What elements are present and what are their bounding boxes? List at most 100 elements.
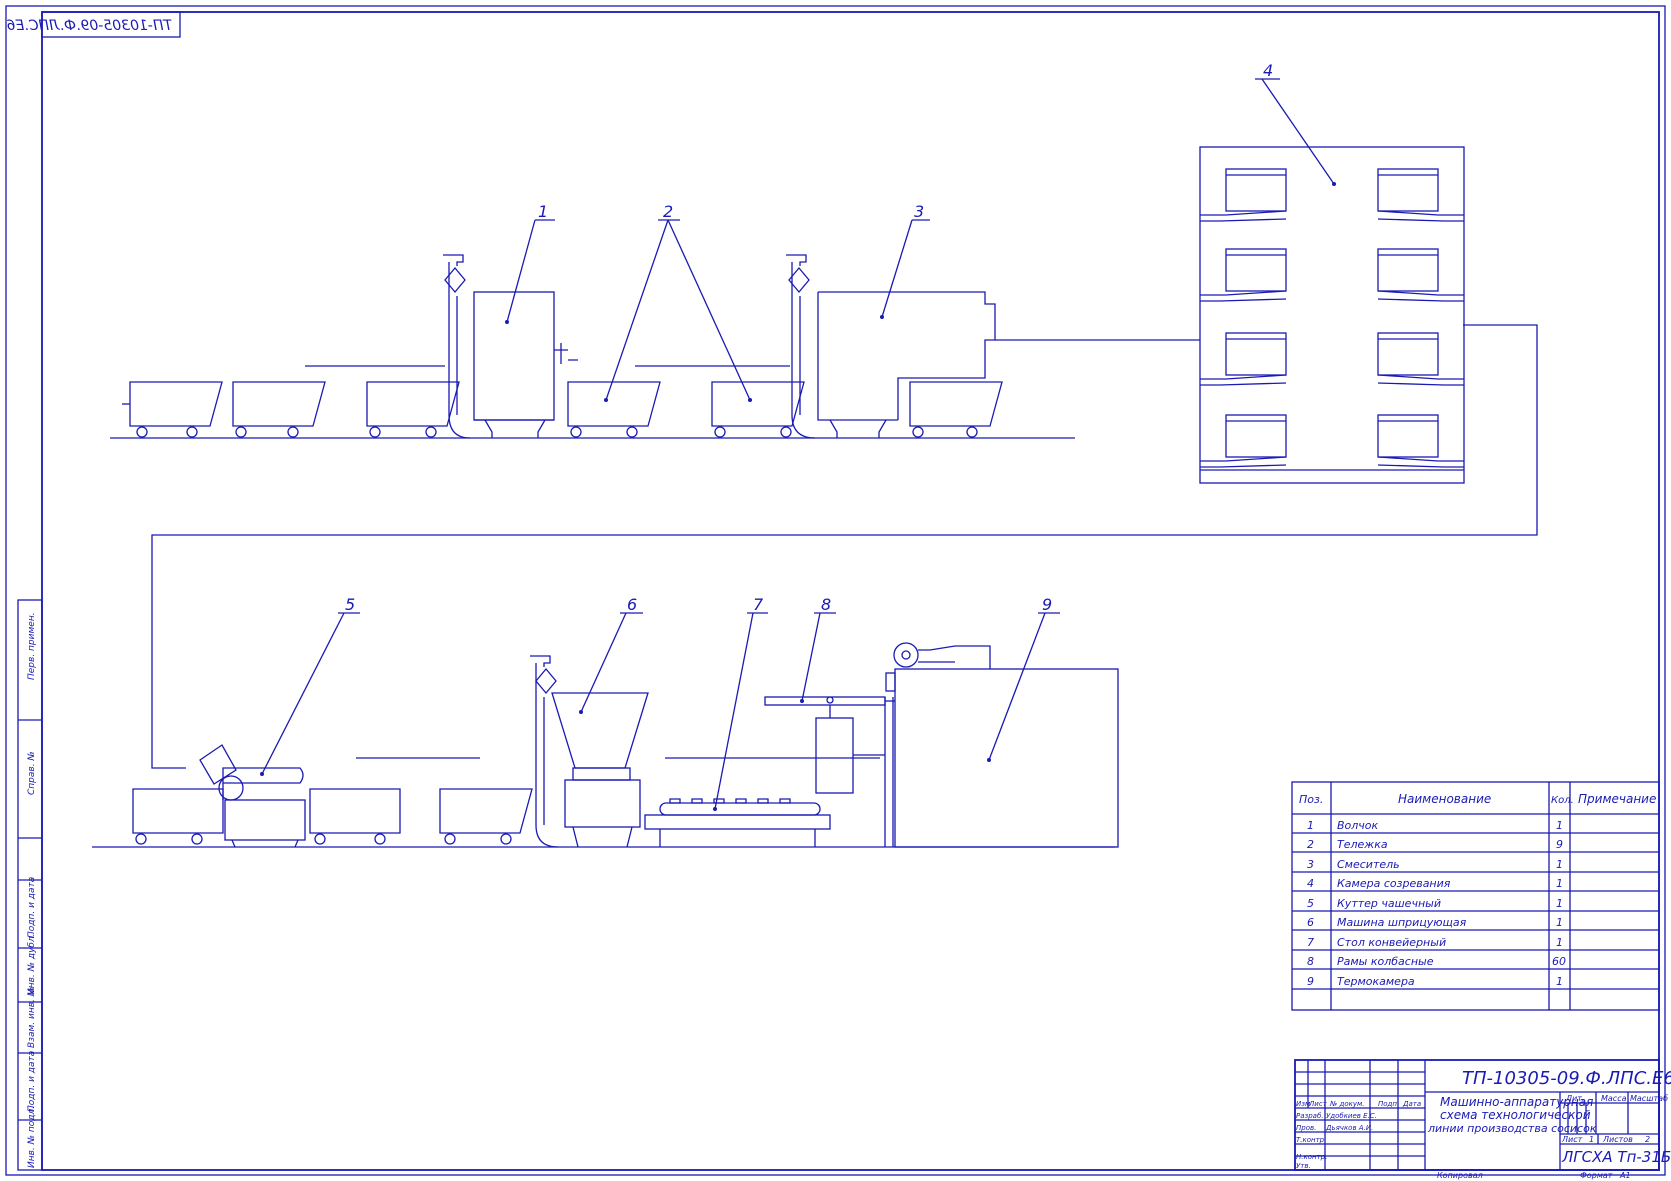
spec-row-qty: 1 [1556,858,1563,871]
callout-label-3: 3 [914,202,924,221]
spec-header-name: Наименование [1398,792,1491,806]
spec-header-note: Примечание [1578,792,1656,806]
cart-8 [309,788,401,845]
spec-row-name: Тележка [1337,838,1388,851]
lift-2 [786,254,816,439]
tb-mass-label: Масса [1601,1094,1627,1103]
tb-role-checker: Пров. [1296,1124,1316,1132]
tb-copied-label: Копировал [1437,1171,1483,1180]
callout-3: 3 [881,202,930,318]
cart-9 [439,788,533,845]
upper-process-line [110,254,1538,769]
lift-1 [443,254,471,439]
tb-sheets-label: Листов [1602,1135,1633,1144]
spec-row-pos: 9 [1307,975,1314,988]
strip-label-5: Взам. инв. № [27,987,37,1048]
callout-2: 2 [605,202,751,401]
lower-process-line [92,642,1119,848]
callout-label-4: 4 [1263,61,1273,80]
bowl-cutter [199,744,306,848]
transfer-route [151,324,1538,769]
mixer [817,291,996,438]
cart-7 [132,788,224,845]
spec-row-pos: 7 [1307,936,1314,949]
spec-row-name: Волчок [1337,819,1379,832]
tb-format-value: А1 [1619,1171,1631,1180]
cart-3 [366,381,460,438]
tb-sheet-label: Лист [1561,1135,1583,1144]
tb-sheets-value: 2 [1645,1135,1650,1144]
callout-label-2: 2 [663,202,673,221]
corner-stamp-text: ТП-10305-09.Ф.ЛПС.Е6 [6,18,172,34]
tb-scale-label: Масштаб [1630,1094,1668,1103]
spec-row-qty: 60 [1552,955,1566,968]
spec-row-qty: 1 [1556,975,1563,988]
spec-header-pos: Поз. [1299,793,1323,806]
sausage-stuffer [551,692,649,848]
strip-label-6: Подп. и дата [27,1051,37,1112]
callout-7: 7 [714,595,768,810]
tb-col-doc: № докум. [1329,1100,1365,1108]
tb-doc-code: ТП-10305-09.Ф.ЛПС.Е6 [1462,1068,1671,1089]
maturation-chamber [1199,146,1465,484]
callout-1: 1 [506,202,555,323]
callout-4: 4 [1255,61,1335,185]
tb-role-tcontrol: Т.контр. [1296,1136,1326,1144]
spec-row-pos: 8 [1307,955,1314,968]
spec-row-name: Термокамера [1337,975,1415,988]
callout-label-9: 9 [1042,595,1052,614]
spec-header-qty: Кол. [1551,795,1574,806]
conveyor-table [644,798,831,847]
technical-drawing-sheet: ТП-10305-09.Ф.ЛПС.Е6 Перв. примен. Справ… [5,5,1671,1180]
spec-row-pos: 6 [1307,916,1314,929]
tb-organization: ЛГСХА Тп-31Б [1561,1148,1671,1166]
tb-format-label: Формат [1580,1171,1613,1180]
cart-2 [232,381,326,438]
left-side-strip: Перв. примен. Справ. № Подп. и дата Инв.… [17,599,43,1171]
chamber-shelf-left [1200,168,1287,468]
spec-row-pos: 2 [1307,838,1314,851]
drawing-frame [41,11,1660,1171]
spec-row-qty: 1 [1556,916,1563,929]
lift-3 [530,655,559,848]
spec-row-name: Смеситель [1337,858,1400,871]
spec-row-name: Стол конвейерный [1337,936,1446,949]
spec-row-name: Машина шприцующая [1337,916,1467,929]
spec-row-pos: 5 [1307,897,1314,910]
spec-row-pos: 3 [1307,858,1314,871]
spec-row-qty: 1 [1556,877,1563,890]
spec-row-pos: 1 [1307,819,1314,832]
strip-label-3: Подп. и дата [27,877,37,938]
cart-1 [122,381,223,438]
callout-5: 5 [261,595,360,775]
strip-label-7: Инв. № подл. [27,1106,37,1168]
strip-label-1: Перв. примен. [27,612,37,680]
tb-col-list: Лист [1308,1100,1328,1108]
title-block: Изм Лист № докум. Подп. Дата Разраб. Про… [1294,1059,1671,1180]
cart-6 [909,381,1003,438]
spec-row-name: Камера созревания [1337,877,1451,890]
tb-role-ncontrol: Н.контр. [1296,1153,1327,1161]
tb-title-line-2: схема технологической [1440,1108,1591,1122]
tb-title-line-3: линии производства сосисок [1427,1122,1597,1135]
spec-row-qty: 1 [1556,936,1563,949]
mincer [473,291,578,438]
strip-label-2: Справ. № [27,751,37,795]
tb-role-developer: Разраб. [1296,1112,1324,1120]
corner-stamp: ТП-10305-09.Ф.ЛПС.Е6 [6,11,181,38]
callout-label-7: 7 [753,595,764,614]
callout-label-1: 1 [538,202,548,221]
tb-name-checker: Дьячков А.И. [1325,1124,1373,1132]
spec-row-qty: 1 [1556,819,1563,832]
tb-lit-label: Лит. [1565,1094,1584,1103]
strip-label-4: Инв. № дубл. [27,933,37,995]
tb-role-approved: Утв. [1296,1162,1311,1170]
tb-col-sign: Подп. [1378,1100,1399,1108]
spec-row-qty: 1 [1556,897,1563,910]
callout-label-8: 8 [821,595,831,614]
cart-4 [567,381,661,438]
callout-label-5: 5 [345,595,355,614]
spec-row-name: Куттер чашечный [1337,897,1441,910]
chamber-shelf-right [1377,168,1464,468]
specification-table: Поз. Наименование Кол. Примечание 1 Волч… [1291,781,1660,1011]
